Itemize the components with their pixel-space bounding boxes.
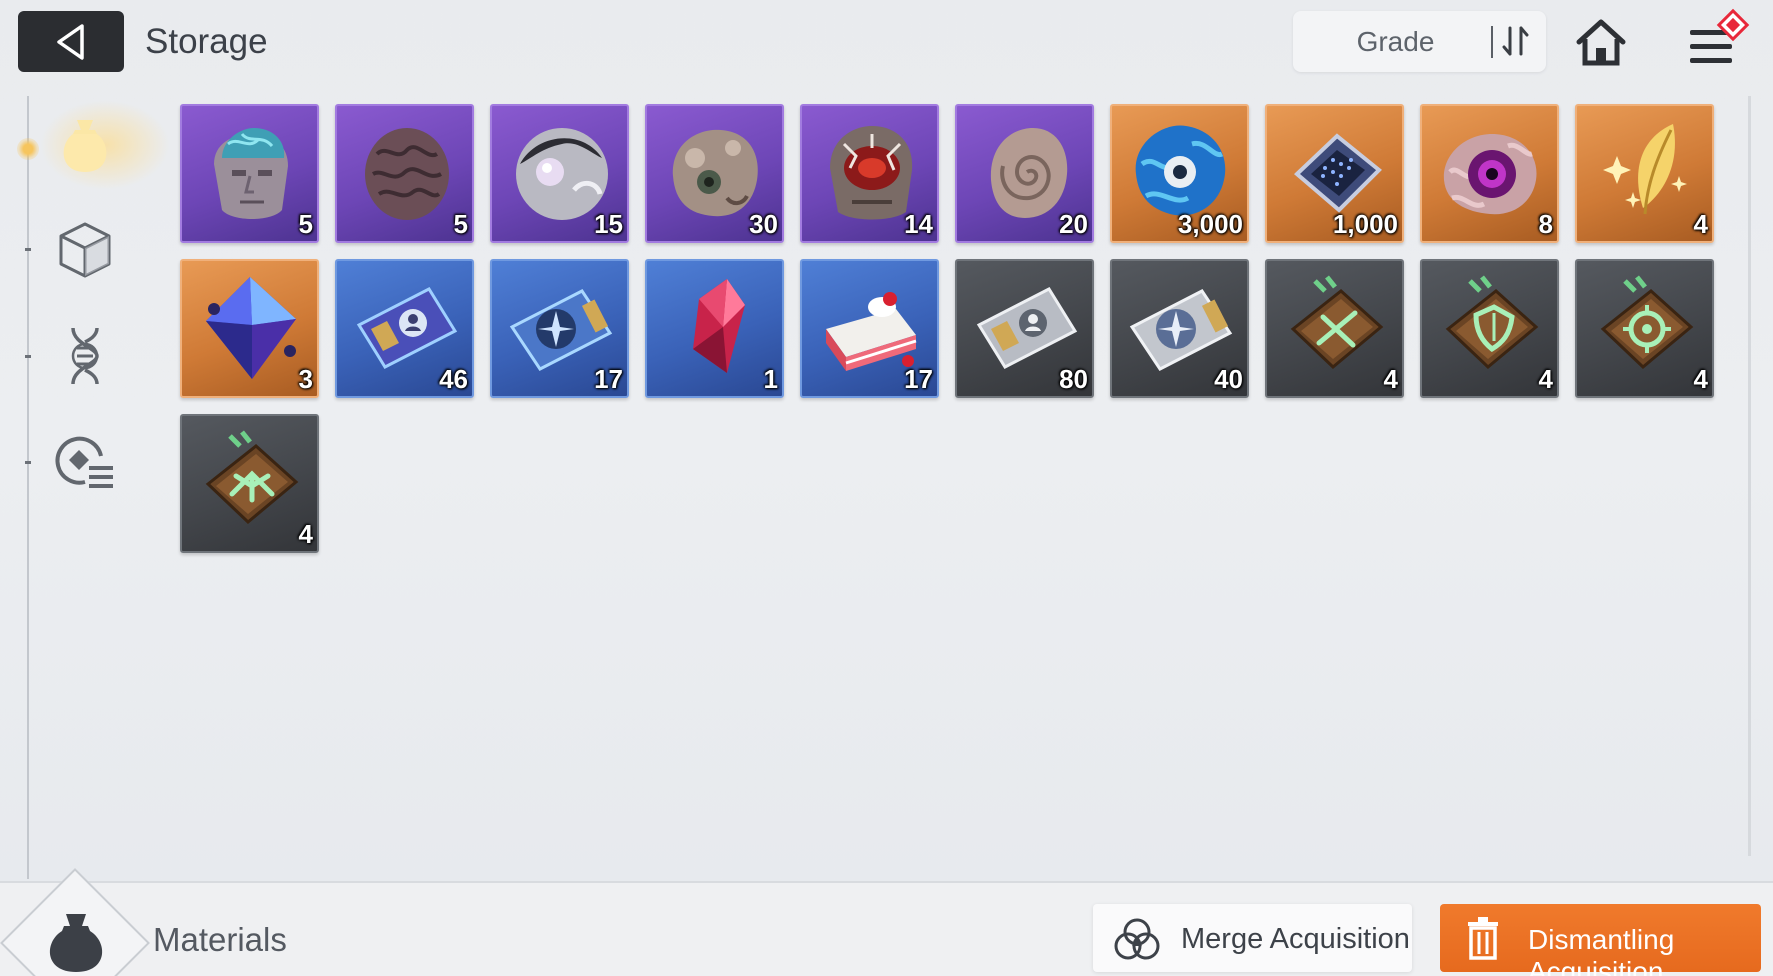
item-quantity: 3,000 bbox=[1177, 209, 1243, 239]
item-slot[interactable]: 46 bbox=[335, 259, 474, 398]
merge-acquisition-label: Merge Acquisition bbox=[1181, 923, 1410, 955]
item-slot[interactable]: 4 bbox=[1265, 259, 1404, 398]
item-quantity: 4 bbox=[1693, 209, 1708, 239]
item-slot[interactable]: 15 bbox=[490, 104, 629, 243]
tab-genes[interactable] bbox=[45, 316, 125, 396]
item-quantity: 4 bbox=[298, 519, 313, 549]
tab-list[interactable] bbox=[45, 422, 125, 502]
category-rail bbox=[27, 96, 29, 879]
item-slot[interactable]: 17 bbox=[490, 259, 629, 398]
scrollbar-track[interactable] bbox=[1748, 96, 1751, 856]
sort-divider bbox=[1491, 26, 1493, 58]
bag-icon bbox=[63, 120, 107, 172]
menu-icon bbox=[1690, 8, 1750, 63]
brain-icon bbox=[365, 128, 449, 220]
item-quantity: 8 bbox=[1538, 209, 1553, 239]
back-arrow-icon bbox=[57, 23, 84, 60]
dna-icon bbox=[71, 327, 99, 385]
item-quantity: 5 bbox=[453, 209, 468, 239]
item-quantity: 4 bbox=[1693, 364, 1708, 394]
item-quantity: 40 bbox=[1214, 364, 1243, 394]
blue-crystal-icon bbox=[206, 277, 296, 379]
item-quantity: 15 bbox=[594, 209, 623, 239]
item-slot[interactable]: 5 bbox=[180, 104, 319, 243]
rail-active-marker bbox=[17, 138, 39, 160]
item-slot[interactable]: 17 bbox=[800, 259, 939, 398]
purple-eye-icon bbox=[1443, 134, 1537, 215]
item-quantity: 4 bbox=[1383, 364, 1398, 394]
item-quantity: 5 bbox=[298, 209, 313, 239]
item-quantity: 46 bbox=[439, 364, 468, 394]
item-slot[interactable]: 20 bbox=[955, 104, 1094, 243]
item-slot[interactable]: 80 bbox=[955, 259, 1094, 398]
item-slot[interactable]: 40 bbox=[1110, 259, 1249, 398]
golden-feather-icon bbox=[1603, 124, 1687, 215]
item-slot[interactable]: 3 bbox=[180, 259, 319, 398]
item-slot[interactable]: 4 bbox=[180, 414, 319, 553]
tab-materials[interactable] bbox=[45, 106, 125, 186]
rail-tick bbox=[25, 461, 31, 464]
item-slot[interactable]: 4 bbox=[1420, 259, 1559, 398]
sword-book-icon bbox=[1290, 275, 1384, 370]
item-quantity: 4 bbox=[1538, 364, 1553, 394]
current-category-label: Materials bbox=[153, 921, 287, 958]
item-slot[interactable]: 3,000 bbox=[1110, 104, 1249, 243]
sort-label: Grade bbox=[1356, 26, 1435, 57]
dismantling-acquisition-button[interactable]: Dismantling Acquisition bbox=[1440, 904, 1761, 976]
list-icon bbox=[55, 436, 113, 488]
item-quantity: 1,000 bbox=[1332, 209, 1398, 239]
rail-tick bbox=[25, 248, 31, 251]
item-quantity: 30 bbox=[749, 209, 778, 239]
item-slot[interactable]: 14 bbox=[800, 104, 939, 243]
rail-tick bbox=[25, 355, 31, 358]
item-slot[interactable]: 8 bbox=[1420, 104, 1559, 243]
item-slot[interactable]: 5 bbox=[335, 104, 474, 243]
trash-icon bbox=[1468, 917, 1498, 960]
merge-icon bbox=[1114, 918, 1160, 960]
red-crystal-icon bbox=[693, 279, 745, 373]
item-quantity: 1 bbox=[763, 364, 778, 394]
item-slot[interactable]: 1,000 bbox=[1265, 104, 1404, 243]
sort-toggle-icon[interactable] bbox=[1501, 24, 1531, 58]
menu-button[interactable] bbox=[1686, 8, 1756, 72]
dismantling-acquisition-label: Dismantling Acquisition bbox=[1528, 924, 1675, 976]
bag-icon bbox=[49, 914, 103, 972]
back-button[interactable] bbox=[18, 11, 124, 72]
home-icon[interactable] bbox=[1574, 16, 1628, 70]
sort-grade-button[interactable]: Grade bbox=[1293, 11, 1546, 72]
item-slot[interactable]: 30 bbox=[645, 104, 784, 243]
item-quantity: 3 bbox=[298, 364, 313, 394]
shield-book-icon bbox=[1445, 275, 1539, 370]
item-quantity: 17 bbox=[594, 364, 623, 394]
item-quantity: 14 bbox=[904, 209, 933, 239]
tab-items[interactable] bbox=[45, 210, 125, 290]
item-quantity: 80 bbox=[1059, 364, 1088, 394]
item-quantity: 20 bbox=[1059, 209, 1088, 239]
target-book-icon bbox=[1600, 275, 1694, 370]
page-title: Storage bbox=[145, 22, 268, 61]
item-slot[interactable]: 4 bbox=[1575, 104, 1714, 243]
item-slot[interactable]: 4 bbox=[1575, 259, 1714, 398]
exposed-brain-head-icon bbox=[214, 128, 288, 219]
item-slot[interactable]: 1 bbox=[645, 259, 784, 398]
item-quantity: 17 bbox=[904, 364, 933, 394]
cube-icon bbox=[59, 222, 111, 278]
wings-book-icon bbox=[205, 430, 299, 525]
merge-acquisition-button[interactable]: Merge Acquisition bbox=[1093, 904, 1412, 972]
